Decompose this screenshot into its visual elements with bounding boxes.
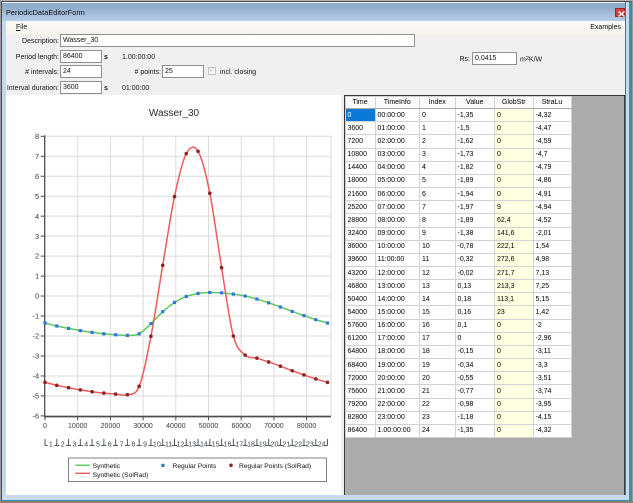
svg-text:24: 24 (318, 441, 326, 448)
svg-text:18: 18 (247, 441, 255, 448)
svg-text:4: 4 (84, 441, 88, 448)
svg-text:70000: 70000 (264, 423, 284, 430)
svg-text:19: 19 (259, 441, 267, 448)
svg-text:7: 7 (35, 152, 39, 161)
svg-text:21: 21 (282, 441, 290, 448)
svg-text:3: 3 (35, 232, 39, 241)
svg-text:Regular Points: Regular Points (173, 463, 218, 470)
svg-text:7: 7 (120, 441, 124, 448)
svg-text:-6: -6 (33, 411, 40, 420)
svg-text:22: 22 (294, 441, 302, 448)
svg-text:23: 23 (306, 441, 314, 448)
svg-text:6: 6 (35, 172, 39, 181)
svg-text:15: 15 (212, 441, 220, 448)
svg-text:20: 20 (271, 441, 279, 448)
svg-text:5: 5 (96, 441, 100, 448)
svg-text:Synthetic: Synthetic (93, 463, 121, 470)
svg-text:Regular Points (SolRad): Regular Points (SolRad) (239, 463, 311, 470)
svg-text:-5: -5 (33, 392, 40, 401)
svg-text:Wasser_30: Wasser_30 (149, 108, 200, 119)
svg-text:10000: 10000 (68, 423, 88, 430)
svg-text:-3: -3 (33, 352, 40, 361)
svg-text:4: 4 (35, 212, 39, 221)
svg-text:12: 12 (176, 441, 184, 448)
svg-text:20000: 20000 (101, 423, 121, 430)
svg-text:1: 1 (49, 441, 53, 448)
svg-text:6: 6 (108, 441, 112, 448)
svg-text:60000: 60000 (231, 423, 251, 430)
svg-text:50000: 50000 (199, 423, 219, 430)
svg-text:80000: 80000 (297, 423, 317, 430)
svg-text:0: 0 (35, 292, 39, 301)
svg-text:14: 14 (200, 441, 208, 448)
svg-text:-4: -4 (33, 372, 40, 381)
svg-text:1: 1 (35, 272, 39, 281)
svg-text:8: 8 (131, 441, 135, 448)
svg-text:10: 10 (153, 441, 161, 448)
svg-text:-1: -1 (33, 312, 40, 321)
svg-text:8: 8 (35, 132, 39, 141)
svg-text:-2: -2 (33, 332, 40, 341)
svg-text:9: 9 (143, 441, 147, 448)
svg-text:3: 3 (72, 441, 76, 448)
svg-text:16: 16 (224, 441, 232, 448)
svg-text:30000: 30000 (133, 423, 153, 430)
svg-text:40000: 40000 (166, 423, 186, 430)
svg-text:2: 2 (35, 252, 39, 261)
svg-text:2: 2 (61, 441, 65, 448)
svg-text:11: 11 (165, 441, 172, 448)
svg-text:0: 0 (43, 423, 47, 430)
svg-text:5: 5 (35, 192, 39, 201)
svg-text:Synthetic (SolRad): Synthetic (SolRad) (93, 472, 149, 479)
svg-text:17: 17 (235, 441, 243, 448)
svg-text:13: 13 (188, 441, 196, 448)
